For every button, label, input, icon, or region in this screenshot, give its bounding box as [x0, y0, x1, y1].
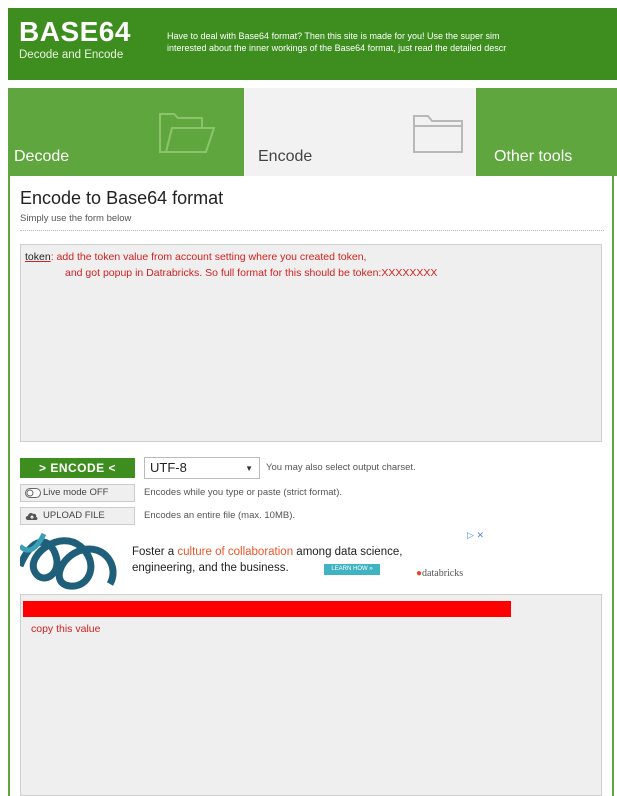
tab-decode[interactable]: Decode	[8, 88, 240, 176]
live-mode-hint: Encodes while you type or paste (strict …	[144, 487, 342, 498]
cloud-upload-icon	[25, 512, 38, 520]
charset-select[interactable]: UTF-8 ▼	[144, 457, 260, 479]
upload-file-label: UPLOAD FILE	[43, 510, 105, 521]
site-header: BASE64 Decode and Encode Have to deal wi…	[8, 8, 617, 80]
page-title: Encode to Base64 format	[20, 188, 224, 208]
folder-icon	[413, 115, 463, 153]
tab-other-tools-label: Other tools	[494, 148, 573, 165]
upload-file-button[interactable]: UPLOAD FILE	[20, 507, 135, 525]
tab-encode[interactable]: Encode	[244, 88, 476, 176]
input-line-1: token: add the token value from account …	[25, 249, 597, 265]
toggle-icon	[25, 488, 41, 498]
tagline-line-1: Have to deal with Base64 format? Then th…	[167, 31, 500, 41]
ad-banner[interactable]: Foster a culture of collaboration among …	[20, 526, 490, 590]
ad-text-3: engineering, and the business.	[132, 562, 289, 574]
source-textarea[interactable]: token: add the token value from account …	[20, 244, 602, 442]
ad-close-icon[interactable]: ▷ ✕	[467, 530, 484, 541]
charset-value: UTF-8	[150, 460, 187, 475]
site-tagline: Have to deal with Base64 format? Then th…	[167, 30, 617, 54]
encode-panel: Encode to Base64 format Simply use the f…	[8, 176, 614, 796]
input-line-2: and got popup in Datrabricks. So full fo…	[65, 267, 438, 279]
ad-brand-label: databricks	[422, 568, 464, 579]
output-textarea[interactable]: copy this value	[20, 594, 602, 796]
ad-text-1: Foster a	[132, 546, 178, 558]
ad-text-2: among data science,	[293, 546, 403, 558]
folder-open-icon	[159, 113, 216, 153]
page-frame: BASE64 Decode and Encode Have to deal wi…	[8, 8, 617, 796]
site-logo[interactable]: BASE64 Decode and Encode	[19, 16, 131, 62]
divider	[20, 230, 604, 231]
token-word: token	[25, 251, 51, 263]
tab-decode-label: Decode	[14, 148, 70, 165]
live-mode-toggle[interactable]: Live mode OFF	[20, 484, 135, 502]
ad-brand: ●databricks	[416, 568, 464, 579]
ad-graphic-icon	[20, 532, 117, 590]
charset-hint: You may also select output charset.	[266, 462, 416, 473]
encode-button[interactable]: > ENCODE <	[20, 458, 135, 478]
logo-subtitle: Decode and Encode	[19, 49, 124, 61]
dropdown-arrow-icon: ▼	[245, 464, 253, 473]
redacted-output-bar	[23, 601, 511, 617]
live-mode-label: Live mode OFF	[43, 487, 109, 498]
tagline-line-2: interested about the inner workings of t…	[167, 43, 507, 53]
tab-encode-label: Encode	[258, 148, 313, 165]
ad-text-highlight: culture of collaboration	[177, 546, 294, 558]
page-subtitle: Simply use the form below	[20, 213, 132, 224]
ad-learn-button[interactable]: LEARN HOW »	[324, 564, 380, 575]
logo-title: BASE64	[19, 16, 131, 47]
main-tabs: Decode Encode Other tools	[8, 88, 617, 176]
copy-note: copy this value	[31, 623, 101, 635]
input-line-1-rest: : add the token value from account setti…	[50, 251, 367, 263]
upload-hint: Encodes an entire file (max. 10MB).	[144, 510, 296, 521]
tab-other-tools[interactable]: Other tools	[480, 88, 617, 176]
